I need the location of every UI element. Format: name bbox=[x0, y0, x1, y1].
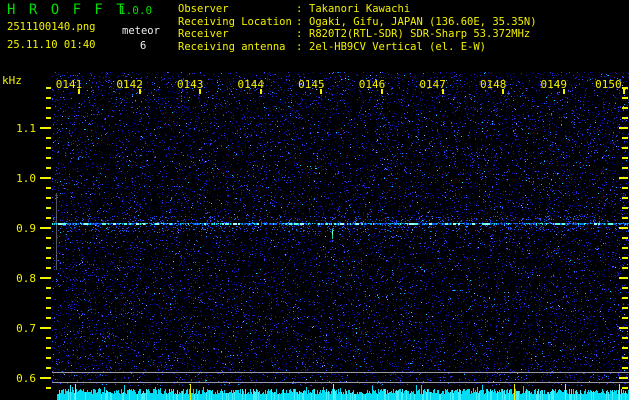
info-label: Receiving antenna bbox=[178, 40, 286, 53]
info-colon: : bbox=[296, 3, 303, 15]
header-info-row: Receiving Location: Ogaki, Gifu, JAPAN (1… bbox=[178, 16, 537, 29]
observation-datetime: 25.11.10 01:40 bbox=[7, 39, 96, 51]
info-value: R820T2(RTL-SDR) SDR-Sharp 53.372MHz bbox=[309, 28, 531, 41]
info-colon: : bbox=[296, 28, 303, 41]
time-axis-label: 0145 bbox=[298, 78, 325, 91]
freq-axis-label: 0.6 bbox=[16, 372, 36, 385]
header-info-row: Receiving antenna:2el-HB9CV Vertical (el… bbox=[178, 41, 537, 54]
info-colon: : bbox=[296, 15, 303, 28]
info-label: Receiving Location bbox=[178, 15, 292, 28]
freq-axis-label: 0.7 bbox=[16, 322, 36, 335]
hrofft-screen: H R O F F T 1.0.0 2511100140.png meteor … bbox=[0, 0, 629, 400]
freq-axis-label: 1.1 bbox=[16, 122, 36, 135]
time-axis-label: 0141 bbox=[55, 78, 83, 91]
freq-axis-label: 0.8 bbox=[16, 272, 36, 285]
info-label: Observer bbox=[178, 3, 229, 15]
app-version: 1.0.0 bbox=[119, 4, 153, 17]
info-value: Ogaki, Gifu, JAPAN (136.60E, 35.35N) bbox=[309, 15, 537, 28]
header-info-row: Receiver: R820T2(RTL-SDR) SDR-Sharp 53.37… bbox=[178, 28, 537, 41]
info-value: 2el-HB9CV Vertical (el. E-W) bbox=[309, 40, 487, 53]
info-value: Takanori Kawachi bbox=[309, 3, 411, 15]
echo-count: 6 bbox=[140, 40, 147, 52]
output-filename: 2511100140.png bbox=[7, 21, 96, 33]
info-colon: : bbox=[296, 40, 303, 53]
time-axis-label: 0148 bbox=[479, 78, 507, 91]
header-info-row: Observer: Takanori Kawachi bbox=[178, 3, 537, 16]
time-axis-label: 0147 bbox=[419, 78, 446, 91]
time-axis-label: 0150 bbox=[595, 78, 622, 91]
header: H R O F F T 1.0.0 2511100140.png meteor … bbox=[0, 0, 629, 60]
mode-label: meteor bbox=[122, 25, 160, 37]
info-label: Receiver bbox=[178, 28, 229, 41]
app-title: H R O F F T bbox=[7, 2, 128, 18]
time-axis-label: 0143 bbox=[176, 78, 204, 91]
header-info-list: Observer: Takanori Kawachi Receiving Locat… bbox=[178, 3, 537, 53]
time-axis-label: 0142 bbox=[116, 78, 143, 91]
freq-axis-unit: kHz bbox=[2, 74, 22, 87]
freq-axis-label: 1.0 bbox=[16, 172, 36, 185]
time-axis-label: 0149 bbox=[540, 78, 568, 91]
freq-axis-label: 0.9 bbox=[16, 222, 36, 235]
time-axis-label: 0146 bbox=[358, 78, 386, 91]
time-axis-label: 0144 bbox=[237, 78, 265, 91]
plot-overlay: kHz 0141 0142 0143 0144 0145 0146 0147 0148 0149… bbox=[0, 0, 629, 400]
